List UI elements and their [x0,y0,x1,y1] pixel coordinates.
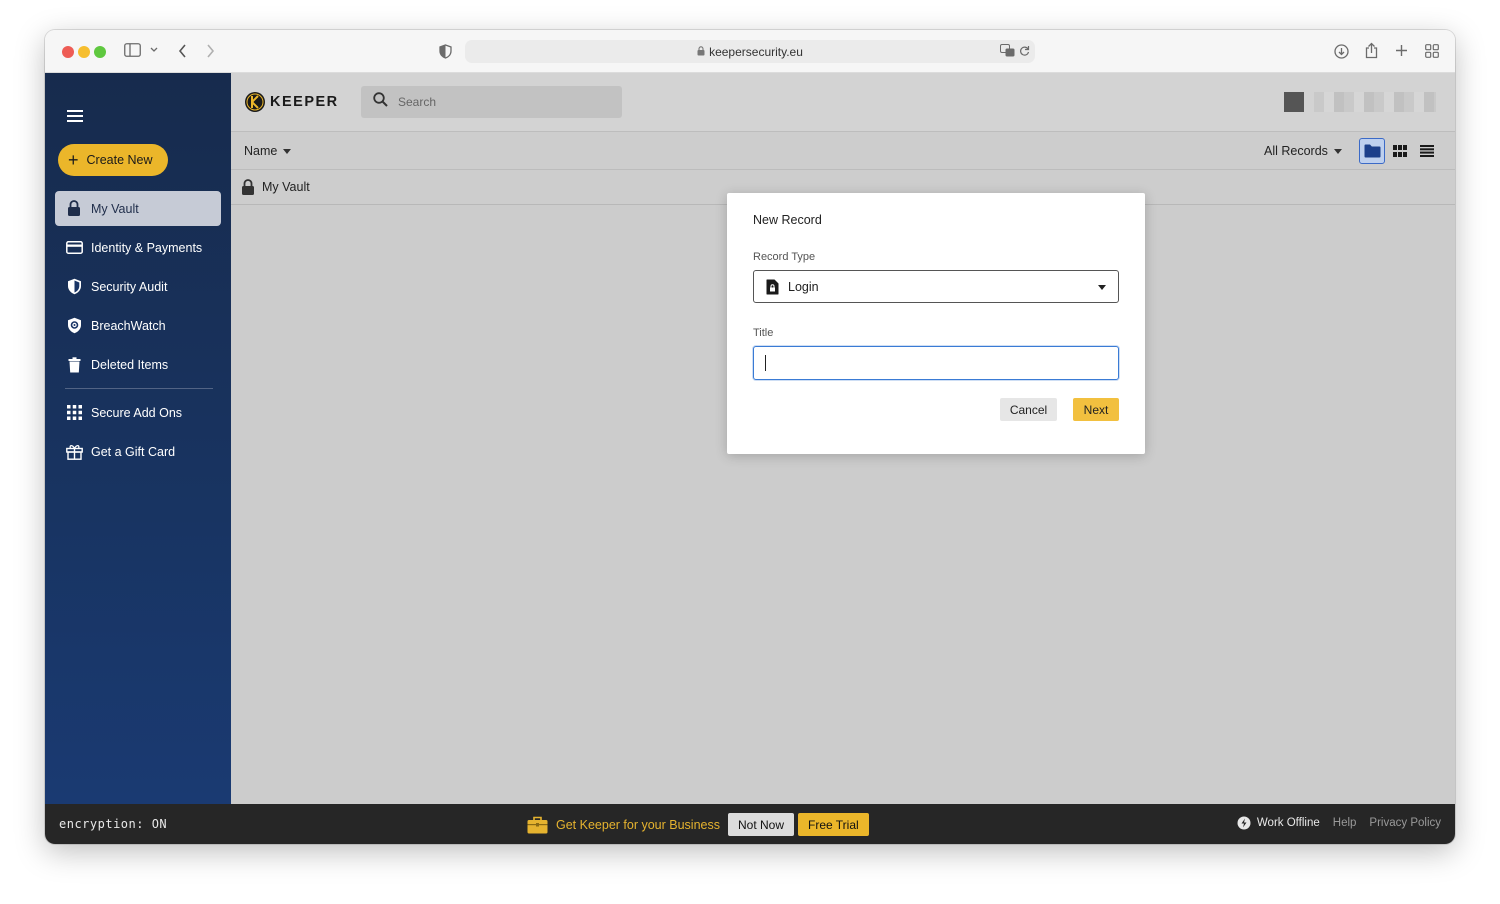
sidebar-item-label: BreachWatch [91,318,166,333]
free-trial-button[interactable]: Free Trial [798,813,869,836]
trash-icon [65,356,83,374]
shield-icon [65,278,83,296]
lock-icon [65,200,83,218]
sidebar-item-label: Secure Add Ons [91,405,183,420]
account-name-blurred[interactable] [1314,92,1436,112]
sidebar-item-label: My Vault [91,201,139,216]
keeper-app: + Create New My Vault Identity & Payment… [45,73,1455,804]
download-icon[interactable] [1334,44,1349,59]
sidebar-item-label: Security Audit [91,279,168,294]
chevron-down-icon[interactable] [150,47,158,53]
title-label: Title [753,327,774,339]
create-new-label: Create New [86,153,153,167]
forward-icon[interactable] [206,44,215,58]
privacy-policy-link[interactable]: Privacy Policy [1369,817,1441,829]
folder-icon [1364,144,1380,158]
credit-card-icon [65,239,83,257]
folder-view-button[interactable] [1359,138,1385,164]
cancel-button[interactable]: Cancel [1000,398,1057,421]
sidebar-item-label: Deleted Items [91,357,169,372]
shield-icon[interactable] [439,44,452,59]
browser-toolbar: keepersecurity.eu [45,30,1455,73]
list-view-button[interactable] [1414,138,1440,164]
help-link[interactable]: Help [1333,817,1357,829]
back-icon[interactable] [178,44,187,58]
url-text: keepersecurity.eu [709,44,803,59]
reload-icon[interactable] [1019,44,1030,62]
caret-down-icon [1333,148,1342,154]
sidebar-item-label: Get a Gift Card [91,444,176,459]
sidebar: + Create New My Vault Identity & Payment… [45,73,231,804]
grid-icon [1393,145,1407,157]
sidebar-item-breachwatch[interactable]: BreachWatch [55,308,221,343]
list-icon [1420,145,1434,157]
sidebar-item-label: Identity & Payments [91,240,203,255]
close-window-button[interactable] [62,46,74,58]
sidebar-item-security-audit[interactable]: Security Audit [55,269,221,304]
dialog-title: New Record [753,213,822,227]
work-offline-button[interactable]: Work Offline [1237,816,1320,830]
tab-overview-icon[interactable] [1425,44,1439,58]
business-promo: Get Keeper for your Business Not Now Fre… [527,813,869,836]
login-record-icon [766,279,779,295]
new-tab-icon[interactable] [1395,44,1408,57]
avatar[interactable] [1284,92,1304,112]
sidebar-item-identity-payments[interactable]: Identity & Payments [55,230,221,265]
caret-down-icon [1098,285,1106,290]
text-cursor [765,355,766,371]
main-header: KEEPER [231,73,1455,132]
sidebar-item-my-vault[interactable]: My Vault [55,191,221,226]
record-type-label: Record Type [753,251,816,263]
bolt-icon [1237,816,1251,830]
record-type-select[interactable]: Login [753,270,1119,303]
encryption-status: encryption: ON [59,817,168,831]
caret-down-icon [283,148,292,154]
minimize-window-button[interactable] [78,46,90,58]
footer-bar: encryption: ON Get Keeper for your Busin… [45,804,1455,844]
next-button[interactable]: Next [1073,398,1119,421]
work-offline-label: Work Offline [1256,817,1320,829]
sort-bar: Name All Records [231,132,1455,170]
not-now-button[interactable]: Not Now [727,813,794,836]
grid-view-button[interactable] [1387,138,1413,164]
keeper-logo-icon [245,92,265,112]
lock-icon [241,178,255,196]
sidebar-item-gift-card[interactable]: Get a Gift Card [55,434,221,469]
translate-icon[interactable] [1000,44,1015,62]
sidebar-item-deleted-items[interactable]: Deleted Items [55,347,221,382]
all-records-dropdown[interactable]: All Records [1264,144,1342,158]
main-content: KEEPER Name All Records [231,73,1455,804]
zoom-window-button[interactable] [94,46,106,58]
sort-name-dropdown[interactable]: Name [244,144,292,158]
grid-icon [65,404,83,422]
plus-icon: + [68,150,79,170]
address-bar[interactable]: keepersecurity.eu [465,40,1035,63]
browser-window: keepersecurity.eu + Create New My Vault … [45,30,1455,844]
search-icon [373,92,388,112]
title-input[interactable] [753,346,1119,380]
share-icon[interactable] [1365,42,1378,59]
new-record-dialog: New Record Record Type Login Title Cance… [727,193,1145,454]
footer-links: Work Offline Help Privacy Policy [1237,816,1441,830]
breachwatch-icon [65,317,83,335]
record-type-value: Login [788,279,819,294]
keeper-logo: KEEPER [244,91,339,113]
lock-icon [697,43,705,61]
promo-text[interactable]: Get Keeper for your Business [556,818,720,832]
sidebar-toggle-icon[interactable] [124,43,141,57]
keeper-logo-text: KEEPER [270,94,339,110]
sidebar-item-secure-add-ons[interactable]: Secure Add Ons [55,395,221,430]
gift-icon [65,443,83,461]
filter-label: All Records [1264,144,1328,158]
sort-label: Name [244,144,278,158]
vault-row-label: My Vault [262,180,310,194]
search-box[interactable] [361,86,622,118]
briefcase-icon [527,816,548,834]
sidebar-divider [65,388,213,389]
search-input[interactable] [398,95,598,109]
create-new-button[interactable]: + Create New [58,144,168,176]
menu-icon[interactable] [67,110,83,122]
